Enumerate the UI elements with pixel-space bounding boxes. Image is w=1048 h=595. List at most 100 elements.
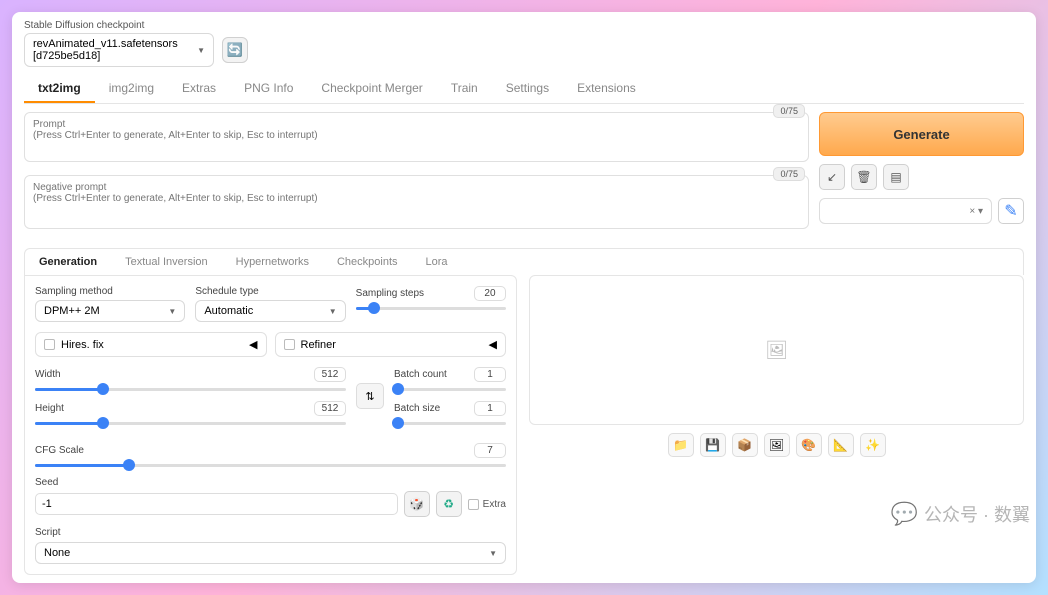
refresh-checkpoint-button[interactable]: 🔄 (222, 37, 248, 63)
batch-count-slider[interactable] (394, 385, 506, 393)
checkpoint-label: Stable Diffusion checkpoint (24, 20, 1024, 31)
tab-pnginfo[interactable]: PNG Info (230, 75, 307, 103)
upscale-button[interactable]: ✨ (860, 433, 886, 457)
send-extras-button[interactable]: 📐 (828, 433, 854, 457)
batch-size-slider[interactable] (394, 419, 506, 427)
tab-extensions[interactable]: Extensions (563, 75, 650, 103)
chevron-;down-icon: ▼ (168, 307, 176, 316)
refiner-checkbox[interactable] (284, 339, 295, 350)
width-slider[interactable] (35, 385, 346, 393)
swap-dims-button[interactable]: ⇅ (356, 383, 384, 409)
generate-button[interactable]: Generate (819, 112, 1024, 156)
clear-button[interactable]: 🗑 (851, 164, 877, 190)
steps-slider[interactable] (356, 304, 506, 312)
extra-checkbox[interactable] (468, 499, 479, 510)
tab-checkpoint-merger[interactable]: Checkpoint Merger (307, 75, 436, 103)
extra-label: Extra (483, 499, 506, 510)
height-field: Height 512 (35, 401, 346, 427)
random-seed-button[interactable]: 🎲 (404, 491, 430, 517)
image-icon: 🖼 (769, 438, 784, 452)
triangle-left-icon: ◀ (489, 338, 497, 351)
params-panel: Sampling method DPM++ 2M ▼ Schedule type… (24, 275, 517, 575)
subtab-hypernetworks[interactable]: Hypernetworks (222, 249, 323, 275)
action-row: ↙ 🗑 ▤ (819, 164, 1024, 190)
subtab-checkpoints[interactable]: Checkpoints (323, 249, 412, 275)
style-value: × ▾ (969, 206, 983, 217)
watermark-text: 公众号 · 数翼 (924, 501, 1030, 527)
open-folder-button[interactable]: 📁 (668, 433, 694, 457)
width-label: Width (35, 369, 61, 380)
neg-prompt-input[interactable] (24, 175, 809, 229)
image-placeholder-icon: 🖼 (765, 340, 788, 361)
height-slider[interactable] (35, 419, 346, 427)
width-value[interactable]: 512 (314, 367, 346, 382)
sub-tabs: Generation Textual Inversion Hypernetwor… (24, 248, 1024, 275)
hires-checkbox[interactable] (44, 339, 55, 350)
clipboard-button[interactable]: ▤ (883, 164, 909, 190)
output-preview: 🖼 (529, 275, 1024, 425)
dice-icon: 🎲 (409, 497, 424, 511)
dims-left: Width 512 Height 512 (35, 367, 346, 435)
batch-size-value[interactable]: 1 (474, 401, 506, 416)
zip-button[interactable]: 📦 (732, 433, 758, 457)
subtab-lora[interactable]: Lora (412, 249, 462, 275)
right-column: Generate ↙ 🗑 ▤ × ▾ ✎ (819, 112, 1024, 242)
sampling-method-field: Sampling method DPM++ 2M ▼ (35, 286, 185, 322)
chevron-down-icon: ▼ (489, 549, 497, 558)
checkpoint-row: revAnimated_v11.safetensors [d725be5d18]… (24, 33, 1024, 67)
reuse-seed-button[interactable]: ♻ (436, 491, 462, 517)
restore-button[interactable]: ↙ (819, 164, 845, 190)
sampling-method-select[interactable]: DPM++ 2M ▼ (35, 300, 185, 322)
cfg-slider[interactable] (35, 461, 506, 469)
palette-icon: 🎨 (801, 438, 816, 452)
seed-input[interactable] (35, 493, 398, 515)
subtab-generation[interactable]: Generation (25, 249, 111, 275)
watermark: 💬 公众号 · 数翼 (891, 501, 1030, 527)
tab-img2img[interactable]: img2img (95, 75, 168, 103)
prompt-counter: 0/75 (773, 104, 805, 118)
cfg-field: CFG Scale7 (35, 443, 506, 469)
prompt-input[interactable] (24, 112, 809, 162)
style-select[interactable]: × ▾ (819, 198, 992, 224)
trash-icon: 🗑 (856, 170, 871, 184)
dims-row: Width 512 Height 512 ⇅ Batch count 1 (35, 367, 506, 435)
edit-style-button[interactable]: ✎ (998, 198, 1024, 224)
neg-counter: 0/75 (773, 167, 805, 181)
batch-count-label: Batch count (394, 369, 447, 380)
batch-count-value[interactable]: 1 (474, 367, 506, 382)
script-value: None (44, 547, 70, 559)
batch-count-field: Batch count 1 (394, 367, 506, 393)
tab-extras[interactable]: Extras (168, 75, 230, 103)
seed-row: 🎲 ♻ Extra (35, 491, 506, 517)
left-column: 0/75 0/75 (24, 112, 809, 242)
refiner-toggle[interactable]: Refiner ◀ (275, 332, 507, 357)
tab-txt2img[interactable]: txt2img (24, 75, 95, 103)
send-inpaint-button[interactable]: 🎨 (796, 433, 822, 457)
save-button[interactable]: 💾 (700, 433, 726, 457)
width-field: Width 512 (35, 367, 346, 393)
tab-train[interactable]: Train (437, 75, 492, 103)
clipboard-icon: ▤ (890, 170, 901, 184)
steps-value[interactable]: 20 (474, 286, 506, 301)
steps-field: Sampling steps 20 (356, 286, 506, 322)
subtab-textual-inversion[interactable]: Textual Inversion (111, 249, 222, 275)
save-icon: 💾 (705, 438, 720, 452)
schedule-value: Automatic (204, 305, 253, 317)
extra-seed-toggle[interactable]: Extra (468, 499, 506, 510)
schedule-select[interactable]: Automatic ▼ (195, 300, 345, 322)
cfg-value[interactable]: 7 (474, 443, 506, 458)
refresh-icon: 🔄 (227, 42, 243, 58)
height-value[interactable]: 512 (314, 401, 346, 416)
script-select[interactable]: None ▼ (35, 542, 506, 564)
swap-icon: ⇅ (365, 390, 374, 403)
tab-settings[interactable]: Settings (492, 75, 563, 103)
checkpoint-value: revAnimated_v11.safetensors [d725be5d18] (33, 38, 197, 62)
collapse-row: Hires. fix ◀ Refiner ◀ (35, 332, 506, 357)
batch-col: Batch count1 Batch size1 (394, 367, 506, 435)
checkpoint-select[interactable]: revAnimated_v11.safetensors [d725be5d18]… (24, 33, 214, 67)
schedule-label: Schedule type (195, 286, 345, 297)
height-label: Height (35, 403, 64, 414)
send-img2img-button[interactable]: 🖼 (764, 433, 790, 457)
hires-fix-toggle[interactable]: Hires. fix ◀ (35, 332, 267, 357)
steps-label: Sampling steps 20 (356, 286, 506, 301)
